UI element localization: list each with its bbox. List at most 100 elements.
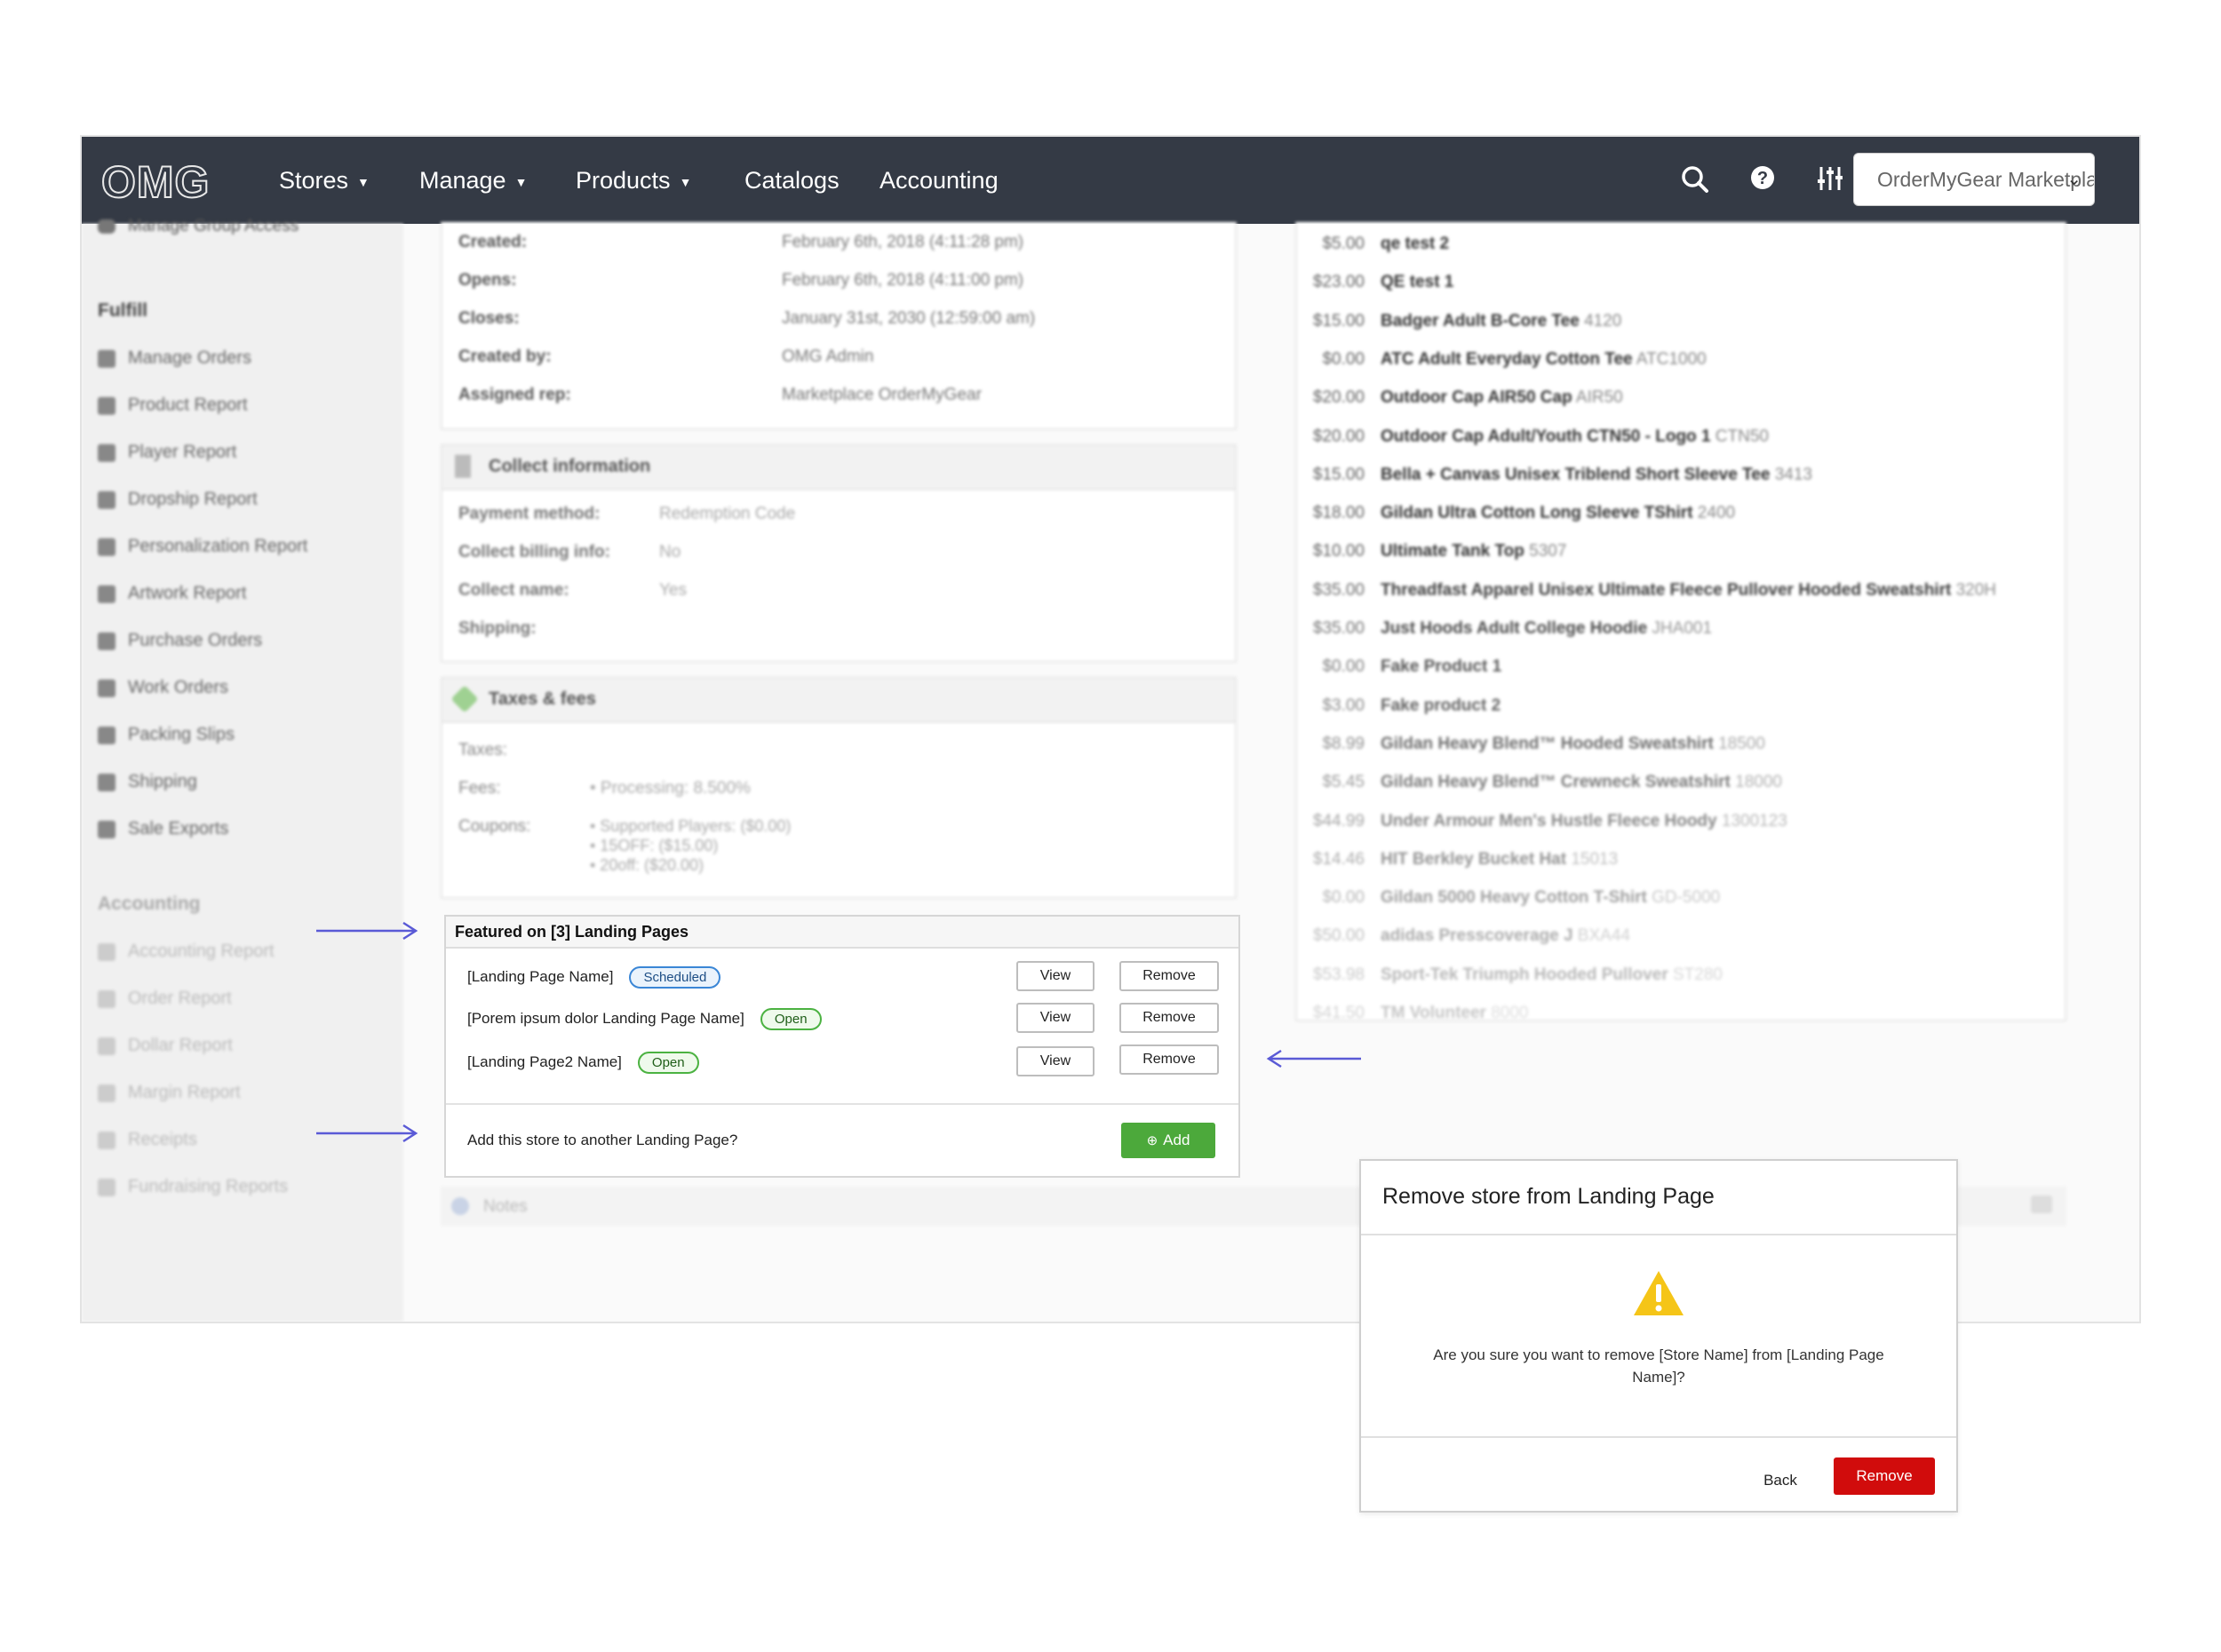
detail-label: Opens: [458,271,517,290]
back-button[interactable]: Back [1745,1463,1816,1498]
product-row: $5.45 Gildan Heavy Blend™ Crewneck Sweats… [1311,773,1782,792]
store-select[interactable]: OrderMyGear Marketpla ⌄ [1853,153,2095,206]
product-sku: BXA44 [1572,926,1630,946]
product-sku: 320H [1951,580,1997,600]
product-name: Outdoor Cap Adult/Youth CTN50 - Logo 1 [1381,426,1711,446]
collect-label: Collect billing info: [458,543,610,561]
sidebar-item[interactable]: Manage Orders [98,348,251,369]
detail-label: Created: [458,233,528,251]
sidebar-item-label: Personalization Report [128,536,308,556]
product-row: $15.00 Badger Adult B-Core Tee 4120 [1311,312,1621,331]
sidebar-item[interactable]: Fundraising Reports [98,1177,288,1197]
settings-sliders-icon[interactable] [1812,162,1848,197]
sidebar-item[interactable]: Product Report [98,395,248,416]
app-window: OMG Stores ▼ Manage ▼ Products ▼ Catalogs A… [80,135,2141,1323]
remove-button[interactable]: Remove [1119,1003,1219,1033]
sidebar-item[interactable]: Purchase Orders [98,631,262,651]
sidebar-item[interactable]: Player Report [98,442,236,463]
nav-accounting[interactable]: Accounting [880,137,999,224]
product-name: Fake Product 1 [1381,657,1502,677]
sidebar-item-label: Dropship Report [128,489,258,509]
product-price: $20.00 [1312,388,1365,408]
menu-item-icon [98,537,115,556]
menu-item-icon [98,396,115,415]
sidebar-item[interactable]: Personalization Report [98,536,307,557]
detail-label: Closes: [458,309,520,328]
menu-item-icon [98,1178,115,1196]
featured-title: Featured on [3] Landing Pages [446,917,1238,949]
detail-value: February 6th, 2018 (4:11:00 pm) [782,271,1024,290]
help-icon[interactable]: ? [1745,162,1780,197]
landing-page-row: [Porem ipsum dolor Landing Page Name] Ope… [467,1008,822,1030]
sidebar-item[interactable]: Dropship Report [98,489,258,510]
product-name: TM Volunteer [1381,1004,1486,1022]
product-row: $44.99 Under Armour Men's Hustle Fleece H… [1311,812,1787,831]
sidebar-item[interactable]: Dollar Report [98,1036,233,1056]
product-sku: ATC1000 [1632,349,1707,369]
view-button[interactable]: View [1016,1046,1095,1076]
landing-page-row: [Landing Page2 Name] Open [467,1052,699,1074]
product-name: ATC Adult Everyday Cotton Tee [1381,349,1633,369]
nav-products[interactable]: Products ▼ [576,137,691,224]
search-icon[interactable] [1677,162,1713,197]
sidebar-item[interactable]: Work Orders [98,678,228,698]
detail-value: Marketplace OrderMyGear [782,385,982,404]
view-button[interactable]: View [1016,961,1095,991]
sidebar-item-label: Work Orders [128,678,228,697]
sidebar-item[interactable]: Accounting Report [98,941,275,962]
product-row: $15.00 Bella + Canvas Unisex Triblend Sho… [1311,465,1812,485]
product-name: Badger Adult B-Core Tee [1381,311,1580,330]
print-icon[interactable] [2031,1195,2052,1213]
sidebar-item[interactable]: Packing Slips [98,725,235,745]
landing-page-row: [Landing Page Name] Scheduled [467,966,721,989]
omg-logo[interactable]: OMG [100,156,210,208]
annotation-arrow-right-icon [316,921,418,941]
sidebar-item[interactable]: Order Report [98,989,232,1009]
product-price: $5.00 [1322,234,1365,253]
modal-message: Are you sure you want to remove [Store N… [1433,1346,1884,1386]
add-button[interactable]: ⊕ Add [1121,1123,1215,1158]
divider [446,1103,1238,1105]
sidebar-item[interactable]: Margin Report [98,1083,241,1103]
product-sku: ST280 [1668,965,1723,984]
collect-info-header: Collect information [442,446,1235,490]
product-price: $0.00 [1322,349,1365,369]
remove-button[interactable]: Remove [1119,1044,1219,1075]
product-row: $53.98 Sport-Tek Triumph Hooded Pullover … [1311,965,1723,985]
fees-value: • Processing: 8.500% [590,779,751,798]
collect-value: Yes [659,581,687,600]
product-name: Fake product 2 [1381,695,1501,715]
remove-button[interactable]: Remove [1119,961,1219,991]
confirm-remove-button[interactable]: Remove [1834,1457,1935,1495]
product-price: $41.50 [1312,1004,1365,1022]
menu-item-icon [98,989,115,1008]
sidebar-item-label: Product Report [128,395,248,415]
nav-catalogs[interactable]: Catalogs [744,137,840,224]
sidebar-item-manage-group-access[interactable]: Manage Group Access [98,217,299,236]
nav-manage[interactable]: Manage ▼ [419,137,527,224]
product-price: $15.00 [1312,465,1365,484]
product-price: $23.00 [1312,273,1365,292]
sidebar-item-label: Player Report [128,442,237,462]
collect-info-card: Collect information Payment method: Redem… [441,444,1237,663]
nav-stores[interactable]: Stores ▼ [279,137,370,224]
product-name: Bella + Canvas Unisex Triblend Short Sle… [1381,465,1771,484]
product-price: $10.00 [1312,542,1365,561]
product-price: $14.46 [1312,849,1365,869]
store-select-value: OrderMyGear Marketpla [1877,168,2095,191]
menu-item-icon [98,1084,115,1102]
sidebar-item[interactable]: Shipping [98,772,197,792]
product-sku: 2400 [1692,504,1736,523]
sidebar-item[interactable]: Sale Exports [98,819,228,839]
modal-title: Remove store from Landing Page [1382,1184,1715,1209]
product-row: $41.50 TM Volunteer 8000 [1311,1004,1529,1023]
product-name: Threadfast Apparel Unisex Ultimate Fleec… [1381,580,1952,600]
remove-confirm-modal: Remove store from Landing Page Are you s… [1359,1159,1958,1513]
sidebar-item[interactable]: Artwork Report [98,584,246,604]
caret-down-icon: ▼ [679,174,692,189]
detail-value: February 6th, 2018 (4:11:28 pm) [782,233,1024,251]
group-icon [98,218,115,234]
view-button[interactable]: View [1016,1003,1095,1033]
fees-label: Fees: [458,779,501,798]
sidebar-item[interactable]: Receipts [98,1130,197,1150]
